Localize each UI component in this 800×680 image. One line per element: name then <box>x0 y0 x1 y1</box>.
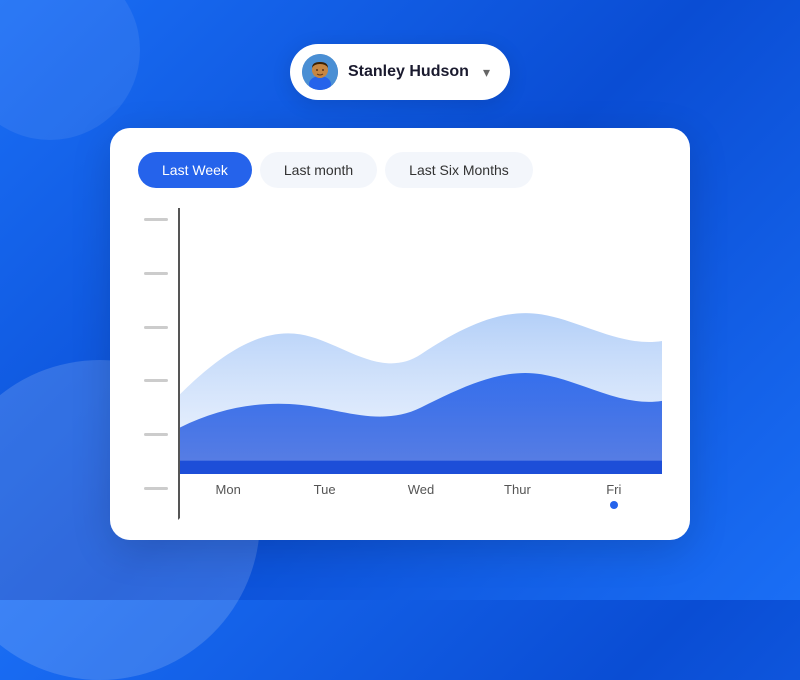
x-label-fri: Fri <box>606 482 621 497</box>
x-label-tue: Tue <box>314 482 336 497</box>
x-label-wed: Wed <box>408 482 435 497</box>
user-selector-dropdown[interactable]: Stanley Hudson ▾ <box>290 44 510 100</box>
tab-group: Last Week Last month Last Six Months <box>138 152 662 188</box>
y-axis <box>138 208 178 520</box>
x-label-group-tue: Tue <box>276 482 372 497</box>
x-label-mon: Mon <box>216 482 241 497</box>
y-tick <box>144 326 168 329</box>
y-tick <box>144 379 168 382</box>
x-label-thur: Thur <box>504 482 531 497</box>
y-tick <box>144 433 168 436</box>
chart-svg <box>180 208 662 474</box>
tab-last-week[interactable]: Last Week <box>138 152 252 188</box>
tab-last-six-months[interactable]: Last Six Months <box>385 152 533 188</box>
x-label-group-wed: Wed <box>373 482 469 497</box>
x-label-group-mon: Mon <box>180 482 276 497</box>
avatar <box>302 54 338 90</box>
user-name: Stanley Hudson <box>348 63 469 81</box>
y-tick <box>144 272 168 275</box>
user-selector-left: Stanley Hudson <box>302 54 469 90</box>
chart-area: Mon Tue Wed Thur Fri <box>178 208 662 520</box>
bg-decor-3 <box>0 0 140 140</box>
x-label-group-thur: Thur <box>469 482 565 497</box>
chart-container: Mon Tue Wed Thur Fri <box>138 208 662 520</box>
x-axis: Mon Tue Wed Thur Fri <box>180 474 662 518</box>
y-tick <box>144 218 168 221</box>
y-tick <box>144 487 168 490</box>
tab-last-month[interactable]: Last month <box>260 152 377 188</box>
x-label-group-fri: Fri <box>566 482 662 509</box>
chevron-down-icon: ▾ <box>483 64 490 81</box>
main-card: Last Week Last month Last Six Months <box>110 128 690 540</box>
active-dot <box>610 501 618 509</box>
